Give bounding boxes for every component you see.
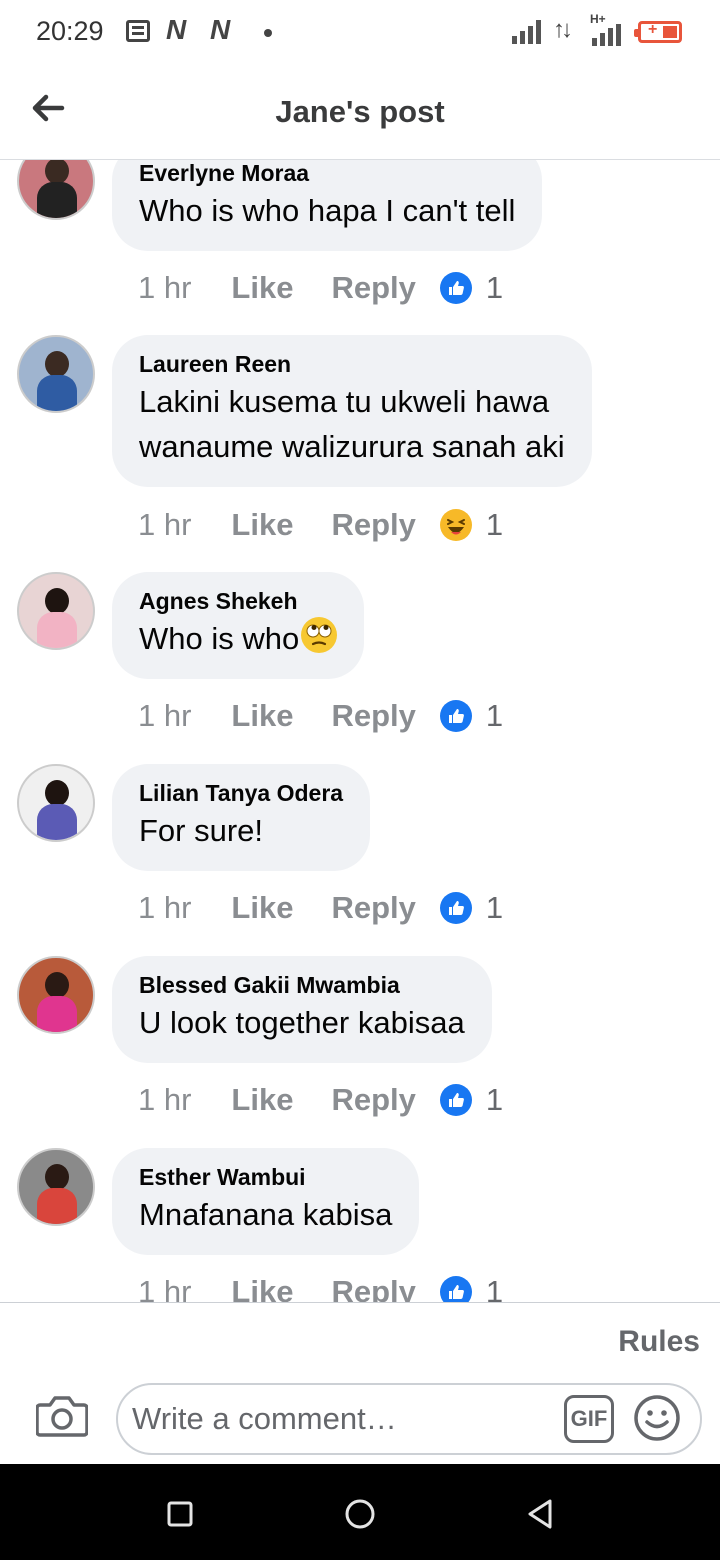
comment-author[interactable]: Lilian Tanya Odera <box>139 778 343 808</box>
comment-actions: 1 hr Like Reply 1 <box>138 1080 503 1120</box>
comment-actions: 1 hr Like Reply 1 <box>138 268 503 308</box>
comment-bubble: Everlyne Moraa Who is who hapa I can't t… <box>112 160 543 251</box>
n-notification-icon: N <box>210 14 231 45</box>
comment-time[interactable]: 1 hr <box>138 1082 191 1118</box>
comment-list: Everlyne Moraa Who is who hapa I can't t… <box>0 160 720 1302</box>
reaction-count[interactable]: 1 <box>486 270 503 306</box>
reaction-count[interactable]: 1 <box>486 1274 503 1302</box>
comment-bubble: Lilian Tanya Odera For sure! <box>112 764 371 871</box>
comment-bubble: Agnes Shekeh Who is who <box>112 572 365 679</box>
page-title: Jane's post <box>275 94 445 129</box>
reply-button[interactable]: Reply <box>331 1082 415 1118</box>
comment-time[interactable]: 1 hr <box>138 698 191 734</box>
rules-link[interactable]: Rules <box>618 1325 700 1359</box>
like-button[interactable]: Like <box>231 698 293 734</box>
comment-time[interactable]: 1 hr <box>138 507 191 543</box>
like-reaction-icon[interactable] <box>439 1276 472 1302</box>
status-bar: 20:29 N N ↑↓ H+ + <box>0 0 720 66</box>
message-notification-icon <box>126 20 150 42</box>
reaction-count[interactable]: 1 <box>486 507 503 543</box>
reply-button[interactable]: Reply <box>331 698 415 734</box>
like-button[interactable]: Like <box>231 890 293 926</box>
comment-text-line: wanaume walizurura sanah aki <box>139 429 565 464</box>
like-button[interactable]: Like <box>231 270 293 306</box>
comment-text-row: Who is who <box>139 616 338 661</box>
comment-author[interactable]: Blessed Gakii Mwambia <box>139 970 465 1000</box>
avatar[interactable] <box>17 335 95 413</box>
comment-text: Who is who hapa I can't tell <box>139 193 516 228</box>
like-button[interactable]: Like <box>231 1082 293 1118</box>
back-triangle-icon[interactable] <box>520 1494 560 1534</box>
comment-bubble: Esther Wambui Mnafanana kabisa <box>112 1148 420 1255</box>
comment-author[interactable]: Esther Wambui <box>139 1162 392 1192</box>
comment-input-container: GIF <box>116 1383 702 1455</box>
comment-composer: Rules GIF <box>0 1302 720 1464</box>
comment-actions: 1 hr Like Reply 1 <box>138 696 503 736</box>
reply-button[interactable]: Reply <box>331 507 415 543</box>
signal-icon <box>592 22 621 46</box>
comment-time[interactable]: 1 hr <box>138 270 191 306</box>
comment-text-line: Lakini kusema tu ukweli hawa <box>139 384 550 419</box>
comment-text: U look together kabisaa <box>139 1005 465 1040</box>
haha-reaction-icon[interactable] <box>439 509 472 541</box>
comment-time[interactable]: 1 hr <box>138 890 191 926</box>
comment-author[interactable]: Everlyne Moraa <box>139 160 515 188</box>
recent-apps-square-icon[interactable] <box>160 1494 200 1534</box>
reaction-count[interactable]: 1 <box>486 890 503 926</box>
emoji-smiley-icon[interactable] <box>632 1393 682 1443</box>
reply-button[interactable]: Reply <box>331 270 415 306</box>
n-notification-icon: N <box>166 14 187 45</box>
comment-actions: 1 hr Like Reply 1 <box>138 1272 503 1302</box>
gif-button[interactable]: GIF <box>564 1395 614 1443</box>
avatar[interactable] <box>17 160 95 220</box>
comment-bubble: Blessed Gakii Mwambia U look together ka… <box>112 956 492 1063</box>
like-reaction-icon[interactable] <box>439 272 472 304</box>
comment-text: Mnafanana kabisa <box>139 1197 393 1232</box>
comment-bubble: Laureen Reen Lakini kusema tu ukweli haw… <box>112 335 592 487</box>
reaction-count[interactable]: 1 <box>486 1082 503 1118</box>
top-app-bar: Jane's post <box>0 66 720 160</box>
comment-actions: 1 hr Like Reply 1 <box>138 505 503 545</box>
like-reaction-icon[interactable] <box>439 892 472 924</box>
home-circle-icon[interactable] <box>340 1494 380 1534</box>
comment-time[interactable]: 1 hr <box>138 1274 191 1302</box>
signal-icon <box>512 20 541 44</box>
system-navigation-bar <box>0 1464 720 1560</box>
battery-charging-icon: + <box>634 21 682 43</box>
reply-button[interactable]: Reply <box>331 1274 415 1302</box>
avatar[interactable] <box>17 956 95 1034</box>
like-button[interactable]: Like <box>231 507 293 543</box>
comment-text: For sure! <box>139 813 264 848</box>
like-reaction-icon[interactable] <box>439 1084 472 1116</box>
like-reaction-icon[interactable] <box>439 700 472 732</box>
status-time: 20:29 <box>36 16 104 46</box>
avatar[interactable] <box>17 764 95 842</box>
reaction-count[interactable]: 1 <box>486 698 503 734</box>
comment-author[interactable]: Agnes Shekeh <box>139 586 337 616</box>
comment-author[interactable]: Laureen Reen <box>139 349 565 379</box>
reply-button[interactable]: Reply <box>331 890 415 926</box>
comment-text: Who is who <box>139 621 300 656</box>
data-transfer-icon: ↑↓ <box>553 16 573 43</box>
comment-actions: 1 hr Like Reply 1 <box>138 888 503 928</box>
more-notifications-dot-icon <box>264 29 272 37</box>
comment-input[interactable] <box>132 1399 552 1439</box>
like-button[interactable]: Like <box>231 1274 293 1302</box>
avatar[interactable] <box>17 1148 95 1226</box>
avatar[interactable] <box>17 572 95 650</box>
face-with-rolling-eyes-icon <box>301 617 338 653</box>
camera-icon[interactable] <box>36 1393 88 1437</box>
